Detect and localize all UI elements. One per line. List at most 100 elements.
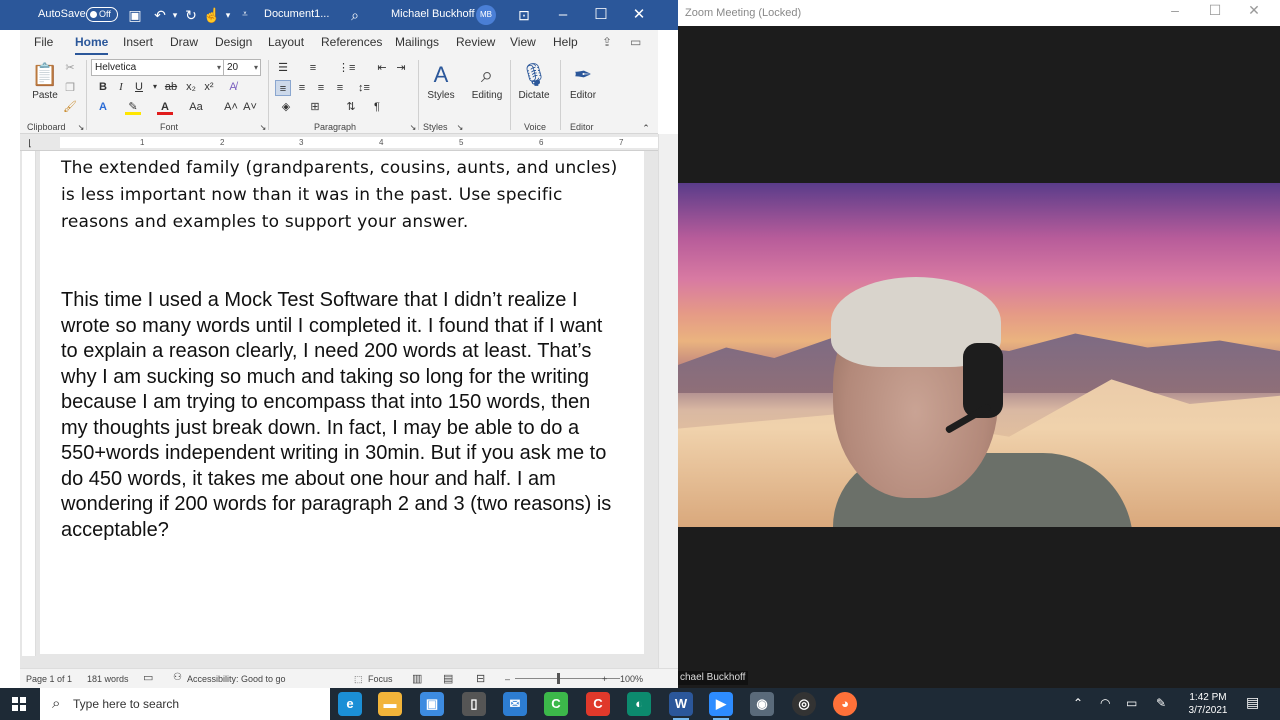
editor-button[interactable]: ✒ Editor xyxy=(563,60,603,101)
wifi-icon[interactable]: ◠ xyxy=(1100,696,1110,710)
tab-references[interactable]: References xyxy=(321,35,382,49)
tab-selector-icon[interactable]: ⌊ xyxy=(22,135,38,151)
ribbon-display-icon[interactable]: ⊡ xyxy=(515,6,533,24)
clear-formatting-icon[interactable]: A̸ xyxy=(225,79,241,95)
web-layout-icon[interactable]: ⊟ xyxy=(476,672,485,685)
page-count[interactable]: Page 1 of 1 xyxy=(26,674,72,684)
zoom-level[interactable]: 100% xyxy=(620,674,643,684)
styles-button[interactable]: A Styles xyxy=(421,60,461,101)
font-name-select[interactable]: Helvetica ▾ xyxy=(91,59,224,76)
user-name[interactable]: Michael Buckhoff xyxy=(391,8,475,20)
phone-app-icon[interactable]: ▯ xyxy=(462,692,486,716)
minimize-button[interactable]: – xyxy=(544,0,582,30)
align-right-icon[interactable]: ≡ xyxy=(313,80,329,96)
tab-insert[interactable]: Insert xyxy=(123,35,153,49)
justify-icon[interactable]: ≡ xyxy=(332,80,348,96)
accessibility-status[interactable]: Accessibility: Good to go xyxy=(187,674,286,684)
tab-mailings[interactable]: Mailings xyxy=(395,35,439,49)
recorder-icon[interactable]: ◉ xyxy=(750,692,774,716)
shrink-font-icon[interactable]: A˅ xyxy=(242,99,258,115)
italic-icon[interactable]: I xyxy=(113,79,129,95)
word-count[interactable]: 181 words xyxy=(87,674,129,684)
taskbar-search-input[interactable]: ⌕ Type here to search xyxy=(40,688,330,720)
multilevel-list-icon[interactable]: ⋮≡ xyxy=(338,60,355,76)
tab-help[interactable]: Help xyxy=(553,35,578,49)
strikethrough-icon[interactable]: ab xyxy=(163,79,179,95)
firefox-icon[interactable]: ◕ xyxy=(833,692,857,716)
sort-icon[interactable]: ⇅ xyxy=(343,99,359,115)
zoom-minimize-button[interactable]: – xyxy=(1156,2,1194,18)
vertical-ruler[interactable] xyxy=(22,151,36,656)
horizontal-ruler[interactable]: ⌊ 1 2 3 4 5 6 7 xyxy=(20,134,665,151)
superscript-icon[interactable]: x² xyxy=(201,79,217,95)
zoom-slider-thumb[interactable] xyxy=(557,673,560,684)
underline-dropdown-icon[interactable]: ▾ xyxy=(147,79,163,95)
bold-icon[interactable]: B xyxy=(95,79,111,95)
maximize-button[interactable]: ☐ xyxy=(582,0,620,30)
tab-review[interactable]: Review xyxy=(456,35,495,49)
battery-icon[interactable]: ▭ xyxy=(1126,696,1137,710)
pen-icon[interactable]: ✎ xyxy=(1156,696,1166,710)
tab-home[interactable]: Home xyxy=(75,35,109,55)
dictate-button[interactable]: 🎙 Dictate xyxy=(514,60,554,101)
essay-prompt[interactable]: The extended family (grandparents, cousi… xyxy=(61,155,621,236)
document-title[interactable]: Document1... xyxy=(264,8,329,20)
underline-icon[interactable]: U xyxy=(131,79,147,95)
tray-expand-icon[interactable]: ⌃ xyxy=(1073,696,1083,710)
grow-font-icon[interactable]: A˄ xyxy=(223,99,239,115)
paste-button[interactable]: 📋 Paste xyxy=(25,60,65,101)
zoom-in-icon[interactable]: + xyxy=(602,674,607,684)
font-size-select[interactable]: 20 ▾ xyxy=(223,59,261,76)
camtasia-green-icon[interactable]: C xyxy=(544,692,568,716)
save-icon[interactable]: ▣ xyxy=(126,6,144,24)
file-explorer-icon[interactable]: ▬ xyxy=(378,692,402,716)
borders-icon[interactable]: ⊞ xyxy=(307,99,323,115)
copy-icon[interactable]: ❐ xyxy=(62,80,78,96)
redo-icon[interactable]: ↻ xyxy=(182,6,200,24)
essay-body[interactable]: This time I used a Mock Test Software th… xyxy=(61,288,621,543)
zoom-app-icon[interactable]: ▶ xyxy=(709,692,733,720)
mail-icon[interactable]: ✉ xyxy=(503,692,527,716)
align-left-icon[interactable]: ≡ xyxy=(275,80,291,96)
zoom-close-button[interactable]: ✕ xyxy=(1235,2,1273,19)
print-layout-icon[interactable]: ▤ xyxy=(443,672,453,685)
change-case-icon[interactable]: Aa xyxy=(188,99,204,115)
proofing-icon[interactable]: ▭ xyxy=(143,671,153,684)
touch-dropdown-icon[interactable]: ▾ xyxy=(219,6,237,24)
highlight-icon[interactable]: ✎ xyxy=(125,99,141,115)
text-effects-icon[interactable]: A xyxy=(95,99,111,115)
vertical-scrollbar[interactable] xyxy=(658,134,678,668)
numbering-icon[interactable]: ≡ xyxy=(305,60,321,76)
decrease-indent-icon[interactable]: ⇤ xyxy=(374,60,390,76)
avatar[interactable]: MB xyxy=(476,5,496,25)
participant-video[interactable] xyxy=(678,183,1280,527)
subscript-icon[interactable]: x₂ xyxy=(183,79,199,95)
cut-icon[interactable]: ✂ xyxy=(62,60,78,76)
zoom-maximize-button[interactable]: ☐ xyxy=(1196,2,1234,19)
tab-layout[interactable]: Layout xyxy=(268,35,304,49)
store-icon[interactable]: ▣ xyxy=(420,692,444,716)
align-center-icon[interactable]: ≡ xyxy=(294,80,310,96)
notifications-icon[interactable]: ▤ xyxy=(1246,694,1259,711)
editing-button[interactable]: ⌕ Editing xyxy=(467,60,507,101)
line-spacing-icon[interactable]: ↕≡ xyxy=(356,80,372,96)
word-icon[interactable]: W xyxy=(669,692,693,720)
tab-design[interactable]: Design xyxy=(215,35,252,49)
customize-toolbar-icon[interactable]: ⩡ xyxy=(236,6,254,24)
obs-icon[interactable]: ◎ xyxy=(792,692,816,716)
camtasia-red-icon[interactable]: C xyxy=(586,692,610,716)
pilcrow-icon[interactable]: ¶ xyxy=(369,99,385,115)
tab-draw[interactable]: Draw xyxy=(170,35,198,49)
tab-view[interactable]: View xyxy=(510,35,536,49)
format-painter-icon[interactable]: 🖌 xyxy=(62,99,78,115)
increase-indent-icon[interactable]: ⇥ xyxy=(393,60,409,76)
edge-chromium-icon[interactable]: ◐ xyxy=(627,692,651,716)
font-color-icon[interactable]: A xyxy=(157,99,173,115)
tab-file[interactable]: File xyxy=(34,35,53,49)
shading-icon[interactable]: ◈ xyxy=(278,99,294,115)
search-icon[interactable]: ⌕ xyxy=(346,6,364,24)
comments-icon[interactable]: ▭ xyxy=(630,35,641,49)
read-mode-icon[interactable]: ▥ xyxy=(412,672,422,685)
edge-icon[interactable]: e xyxy=(338,692,362,716)
close-button[interactable]: ✕ xyxy=(620,0,658,30)
